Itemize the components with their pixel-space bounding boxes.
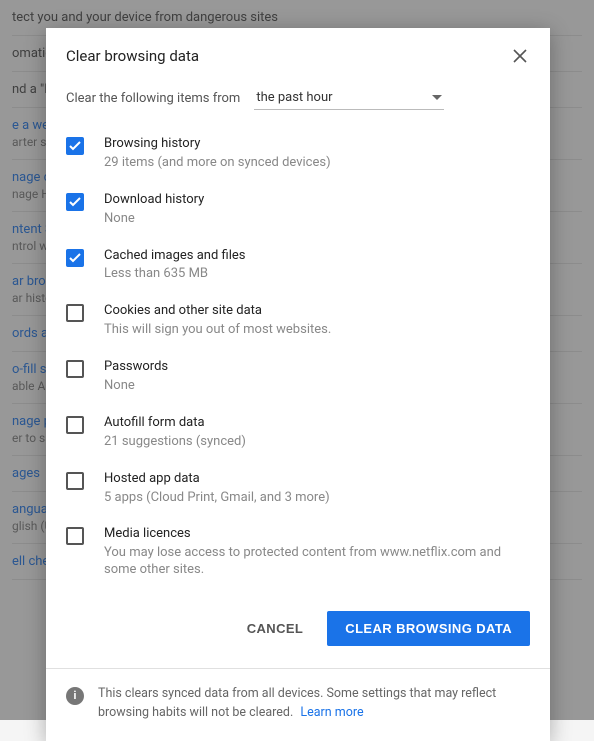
clear-item-row: Cookies and other site data This will sig… (66, 293, 530, 349)
clear-item-row: Browsing history 29 items (and more on sy… (66, 126, 530, 182)
item-label: Download history (104, 192, 204, 209)
checkbox[interactable] (66, 416, 84, 434)
item-label: Browsing history (104, 136, 331, 153)
close-icon (513, 49, 527, 63)
time-range-label: Clear the following items from (66, 91, 240, 106)
checkbox[interactable] (66, 472, 84, 490)
checkbox[interactable] (66, 304, 84, 322)
item-label: Cookies and other site data (104, 303, 331, 320)
clear-items-list: Browsing history 29 items (and more on sy… (46, 126, 550, 589)
clear-item-row: Cached images and filesLess than 635 MB (66, 238, 530, 294)
item-label: Passwords (104, 359, 168, 376)
item-label: Media licences (104, 526, 530, 543)
info-icon: i (66, 687, 84, 705)
dialog-title: Clear browsing data (66, 47, 199, 65)
check-icon (69, 253, 81, 263)
clear-item-row: Media licences You may lose access to pro… (66, 516, 530, 589)
time-range-value: the past hour (256, 90, 332, 105)
checkbox[interactable] (66, 527, 84, 545)
check-icon (69, 197, 81, 207)
cancel-button[interactable]: CANCEL (241, 611, 310, 646)
clear-data-button[interactable]: CLEAR BROWSING DATA (327, 611, 530, 646)
chevron-down-icon (432, 95, 442, 101)
clear-item-row: Autofill form data 21 suggestions (synced… (66, 405, 530, 461)
item-sublabel: You may lose access to protected content… (104, 545, 530, 579)
checkbox[interactable] (66, 137, 84, 155)
item-sublabel: This will sign you out of most websites. (104, 322, 331, 339)
check-icon (69, 141, 81, 151)
item-sublabel: Less than 635 MB (104, 266, 245, 283)
time-range-dropdown[interactable]: the past hour (254, 86, 444, 110)
checkbox[interactable] (66, 360, 84, 378)
clear-item-row: Passwords None (66, 349, 530, 405)
item-label: Hosted app data (104, 471, 330, 488)
item-sublabel: None (104, 211, 204, 228)
item-label: Cached images and files (104, 248, 245, 265)
clear-browsing-data-dialog: Clear browsing data Clear the following … (46, 28, 550, 741)
clear-item-row: Hosted app data 5 apps (Cloud Print, Gmai… (66, 461, 530, 517)
item-sublabel: None (104, 378, 168, 395)
item-label: Autofill form data (104, 415, 246, 432)
close-button[interactable] (510, 46, 530, 66)
clear-item-row: Download history None (66, 182, 530, 238)
checkbox[interactable] (66, 249, 84, 267)
footer-note: This clears synced data from all devices… (98, 685, 530, 723)
item-sublabel: 5 apps (Cloud Print, Gmail, and 3 more) (104, 490, 330, 507)
learn-more-link[interactable]: Learn more (300, 705, 363, 720)
item-sublabel: 21 suggestions (synced) (104, 434, 246, 451)
item-sublabel: 29 items (and more on synced devices) (104, 155, 331, 172)
checkbox[interactable] (66, 193, 84, 211)
